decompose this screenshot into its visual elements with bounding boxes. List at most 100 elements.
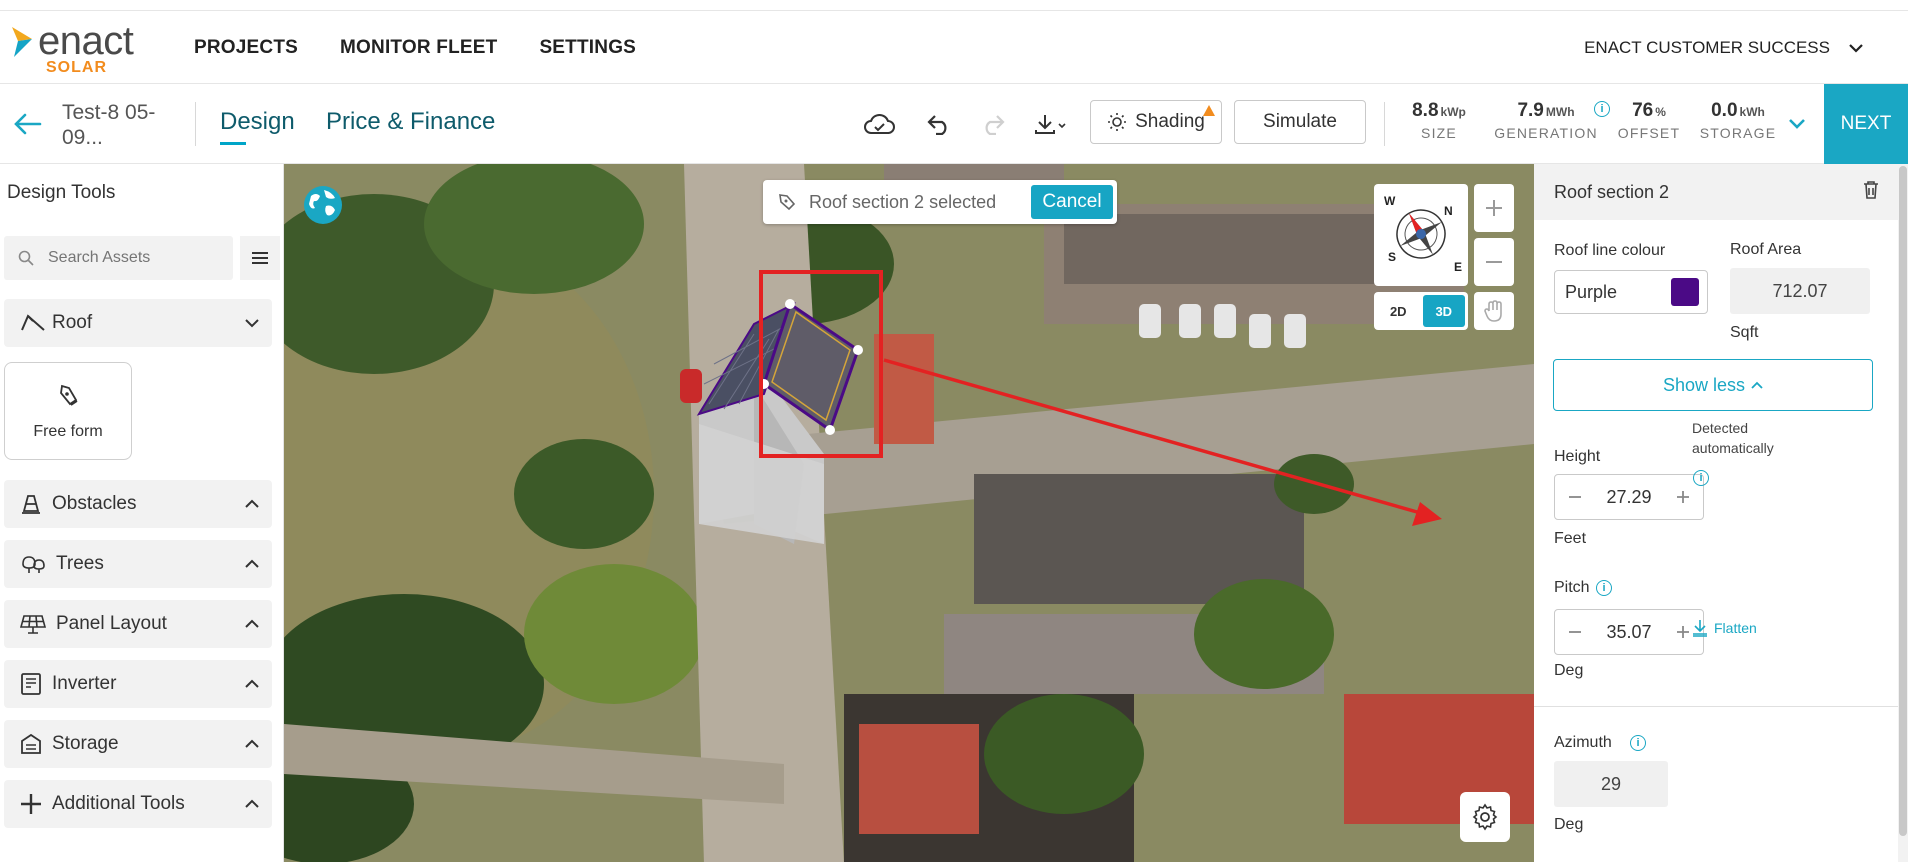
account-name: ENACT CUSTOMER SUCCESS bbox=[1584, 38, 1830, 57]
height-decrement-button[interactable] bbox=[1555, 475, 1595, 519]
simulate-button[interactable]: Simulate bbox=[1234, 100, 1366, 144]
chevron-up-icon bbox=[232, 679, 272, 689]
sidebar-item-roof[interactable]: Roof bbox=[4, 299, 272, 347]
plus-icon bbox=[1677, 491, 1689, 503]
menu-button[interactable] bbox=[240, 236, 280, 280]
chevron-up-icon bbox=[232, 799, 272, 809]
chevron-down-icon bbox=[1849, 44, 1863, 53]
pitch-label: Pitch bbox=[1554, 579, 1590, 596]
globe-icon bbox=[304, 186, 342, 224]
main-nav: PROJECTS MONITOR FLEET SETTINGS bbox=[194, 37, 636, 59]
sidebar-item-storage[interactable]: Storage bbox=[4, 720, 272, 768]
cone-icon bbox=[22, 495, 40, 514]
design-header: Test-8 05-09... Design Price & Finance S… bbox=[0, 84, 1908, 164]
roof-line-colour-select[interactable]: Purple bbox=[1554, 270, 1708, 314]
solar-panel-icon bbox=[20, 615, 46, 634]
compass-west: W bbox=[1384, 194, 1396, 208]
view-3d-button[interactable]: 3D bbox=[1422, 295, 1465, 327]
sidebar-item-label: Roof bbox=[52, 312, 93, 333]
panel-title: Roof section 2 bbox=[1554, 181, 1670, 202]
pitch-input[interactable] bbox=[1595, 621, 1663, 643]
compass-north: N bbox=[1444, 204, 1453, 218]
search-input[interactable] bbox=[48, 249, 218, 267]
globe-button[interactable] bbox=[302, 184, 344, 226]
show-less-button[interactable]: Show less bbox=[1553, 359, 1873, 411]
free-form-tool[interactable]: Free form bbox=[4, 362, 132, 460]
sidebar-item-trees[interactable]: Trees bbox=[4, 540, 272, 588]
stat-size: 8.8 kWp SIZE bbox=[1400, 100, 1478, 141]
free-form-label: Free form bbox=[33, 423, 103, 440]
warning-icon bbox=[1203, 105, 1215, 116]
active-tab-indicator bbox=[220, 142, 246, 145]
hand-icon bbox=[1484, 300, 1502, 322]
design-tools-sidebar: Design Tools Roof Free form bbox=[0, 164, 284, 862]
sidebar-item-label: Panel Layout bbox=[56, 613, 167, 634]
tab-design[interactable]: Design bbox=[220, 108, 295, 136]
hamburger-icon bbox=[252, 252, 268, 264]
map-settings-button[interactable] bbox=[1460, 792, 1510, 842]
sidebar-item-label: Obstacles bbox=[52, 493, 137, 514]
selection-banner: Roof section 2 selected Cancel bbox=[763, 180, 1117, 224]
next-button[interactable]: NEXT bbox=[1824, 84, 1908, 164]
stat-storage-value: 0.0 bbox=[1711, 100, 1738, 121]
panel-scrollbar[interactable] bbox=[1898, 164, 1908, 862]
roof-icon bbox=[21, 314, 45, 331]
undo-button[interactable] bbox=[920, 107, 958, 141]
sidebar-item-obstacles[interactable]: Obstacles bbox=[4, 480, 272, 528]
zoom-out-button[interactable] bbox=[1474, 238, 1514, 286]
shading-button[interactable]: Shading bbox=[1090, 100, 1222, 144]
height-info-icon[interactable]: i bbox=[1693, 470, 1709, 486]
nav-projects[interactable]: PROJECTS bbox=[194, 37, 298, 59]
roof-line-colour-value: Purple bbox=[1565, 281, 1618, 302]
nav-settings[interactable]: SETTINGS bbox=[539, 37, 636, 59]
aerial-imagery bbox=[284, 164, 1534, 862]
storage-building-icon bbox=[21, 733, 41, 754]
minus-icon bbox=[1569, 496, 1581, 498]
cloud-save-button[interactable] bbox=[860, 107, 898, 141]
stat-size-value: 8.8 bbox=[1412, 100, 1439, 121]
shading-label: Shading bbox=[1135, 111, 1205, 132]
nav-monitor-fleet[interactable]: MONITOR FLEET bbox=[340, 37, 497, 59]
azimuth-info-icon[interactable]: i bbox=[1630, 735, 1646, 751]
cancel-selection-button[interactable]: Cancel bbox=[1031, 185, 1113, 219]
roof-properties-panel: Roof section 2 Roof line colour Purple R… bbox=[1534, 164, 1908, 862]
sidebar-item-panel-layout[interactable]: Panel Layout bbox=[4, 600, 272, 648]
enact-solar-logo[interactable]: enact SOLAR bbox=[10, 17, 160, 77]
sidebar-item-additional-tools[interactable]: Additional Tools bbox=[4, 780, 272, 828]
delete-roof-button[interactable] bbox=[1862, 180, 1880, 205]
pan-tool-button[interactable] bbox=[1474, 292, 1514, 330]
compass[interactable]: N E S W bbox=[1374, 184, 1468, 286]
download-menu-button[interactable] bbox=[1030, 107, 1074, 141]
sidebar-title: Design Tools bbox=[7, 182, 116, 203]
stat-storage: 0.0 kWh STORAGE bbox=[1696, 100, 1780, 141]
search-assets bbox=[4, 236, 233, 280]
pen-tool-icon bbox=[60, 384, 78, 406]
chevron-up-icon bbox=[232, 499, 272, 509]
redo-button[interactable] bbox=[974, 107, 1012, 141]
back-button[interactable] bbox=[12, 109, 44, 139]
roof-area-unit: Sqft bbox=[1730, 324, 1759, 341]
view-2d-button[interactable]: 2D bbox=[1377, 295, 1420, 327]
flatten-button[interactable]: Flatten bbox=[1692, 619, 1757, 637]
account-menu[interactable]: ENACT CUSTOMER SUCCESS bbox=[1584, 38, 1864, 58]
zoom-in-button[interactable] bbox=[1474, 184, 1514, 232]
sun-icon bbox=[1108, 113, 1127, 131]
flatten-label: Flatten bbox=[1714, 620, 1757, 636]
sidebar-item-inverter[interactable]: Inverter bbox=[4, 660, 272, 708]
flatten-icon bbox=[1693, 620, 1707, 637]
logo-subtitle: SOLAR bbox=[46, 59, 107, 76]
generation-info-icon[interactable]: i bbox=[1594, 101, 1610, 117]
design-map-canvas[interactable]: Roof section 2 selected Cancel N E S W 2… bbox=[284, 164, 1534, 862]
stat-generation-label: GENERATION bbox=[1494, 125, 1598, 141]
arrow-left-icon bbox=[14, 113, 42, 135]
pitch-decrement-button[interactable] bbox=[1555, 610, 1595, 654]
tab-price-finance[interactable]: Price & Finance bbox=[326, 108, 495, 136]
plus-icon bbox=[1486, 200, 1502, 216]
logo-leaf-icon bbox=[12, 27, 32, 57]
height-input[interactable] bbox=[1595, 486, 1663, 508]
pitch-info-icon[interactable]: i bbox=[1596, 580, 1612, 596]
chevron-up-icon bbox=[232, 559, 272, 569]
height-unit: Feet bbox=[1554, 530, 1587, 547]
scrollbar-thumb[interactable] bbox=[1899, 166, 1907, 836]
stats-expand-button[interactable] bbox=[1778, 107, 1816, 141]
